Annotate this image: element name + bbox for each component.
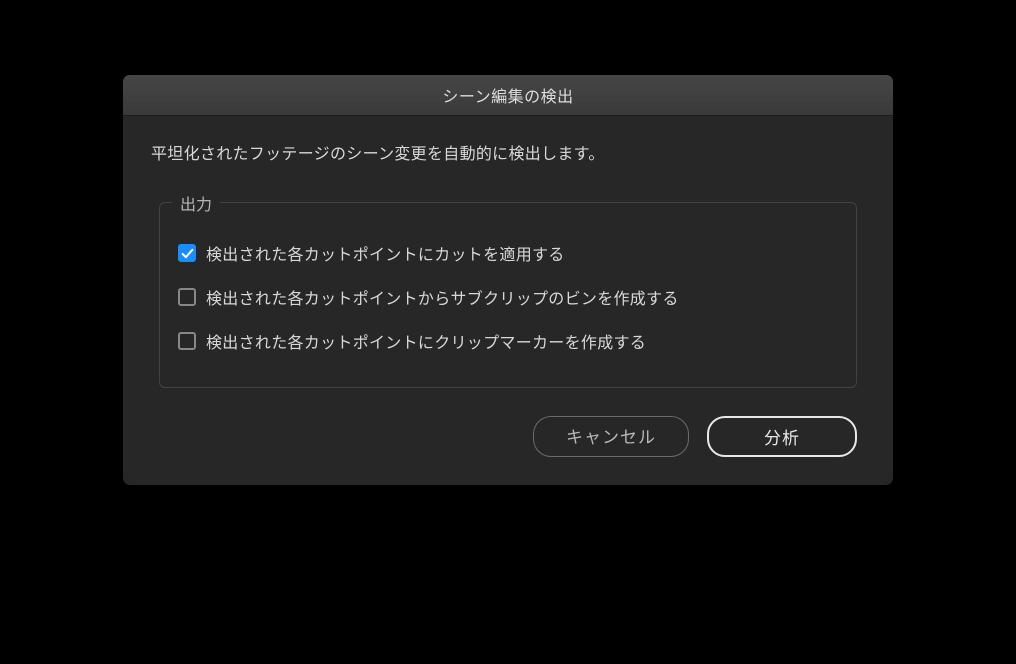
option-create-subclips[interactable]: 検出された各カットポイントからサブクリップのビンを作成する xyxy=(178,275,838,319)
check-icon xyxy=(181,247,194,260)
cancel-button[interactable]: キャンセル xyxy=(533,416,689,457)
option-apply-cuts[interactable]: 検出された各カットポイントにカットを適用する xyxy=(178,231,838,275)
checkbox-label: 検出された各カットポイントにカットを適用する xyxy=(206,241,565,265)
dialog-title: シーン編集の検出 xyxy=(442,89,573,106)
dialog-buttons: キャンセル 分析 xyxy=(151,416,865,457)
dialog-content: 平坦化されたフッテージのシーン変更を自動的に検出します。 出力 検出された各カッ… xyxy=(123,116,893,485)
dialog-titlebar: シーン編集の検出 xyxy=(123,75,893,116)
checkbox-label: 検出された各カットポイントにクリップマーカーを作成する xyxy=(206,329,646,353)
dialog-description: 平坦化されたフッテージのシーン変更を自動的に検出します。 xyxy=(151,140,865,164)
checkbox-apply-cuts[interactable] xyxy=(178,244,196,262)
checkbox-create-subclips[interactable] xyxy=(178,288,196,306)
checkbox-label: 検出された各カットポイントからサブクリップのビンを作成する xyxy=(206,285,679,309)
checkbox-create-markers[interactable] xyxy=(178,332,196,350)
output-legend: 出力 xyxy=(172,191,220,215)
analyze-button[interactable]: 分析 xyxy=(707,416,857,457)
option-create-markers[interactable]: 検出された各カットポイントにクリップマーカーを作成する xyxy=(178,319,838,363)
scene-edit-detection-dialog: シーン編集の検出 平坦化されたフッテージのシーン変更を自動的に検出します。 出力… xyxy=(123,75,893,485)
output-fieldset: 出力 検出された各カットポイントにカットを適用する 検出された各カットポイントか… xyxy=(159,202,857,388)
